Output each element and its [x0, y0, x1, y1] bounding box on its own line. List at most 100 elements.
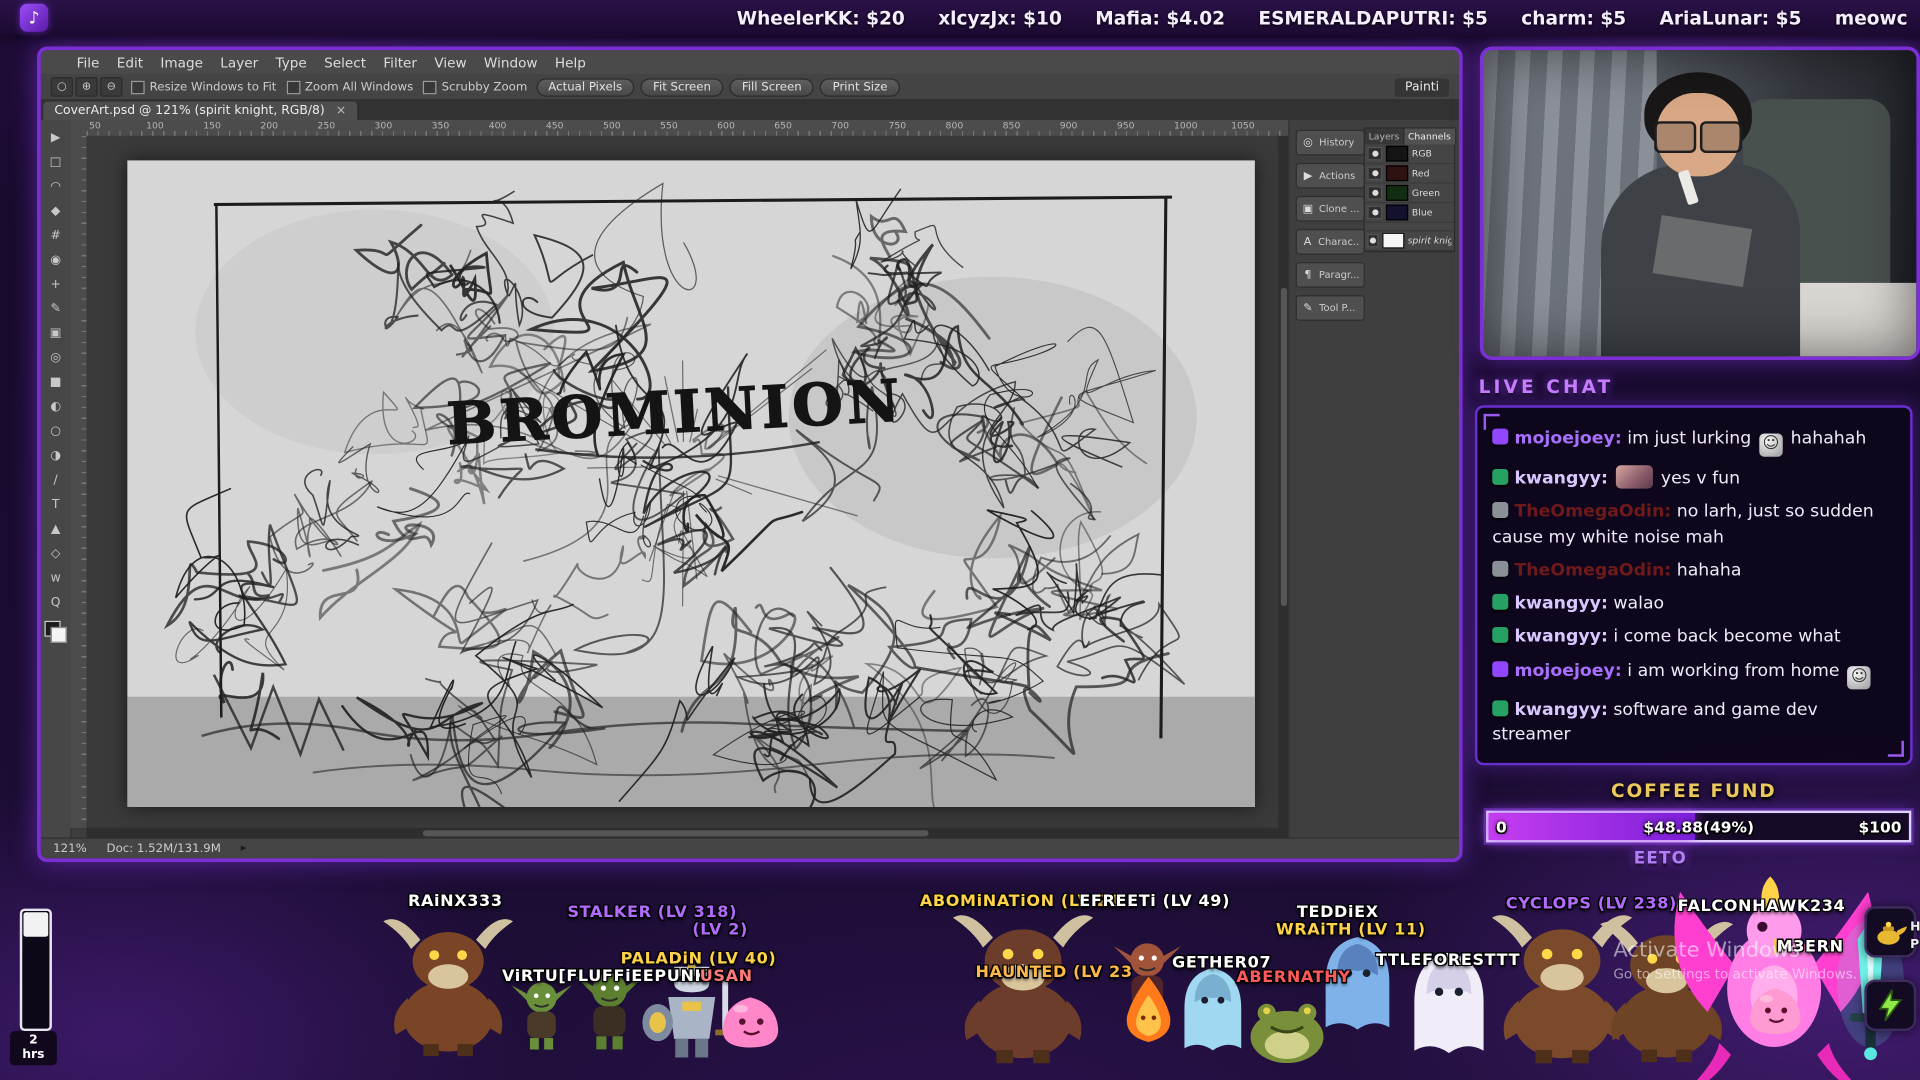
music-icon[interactable]: ♪ [20, 4, 48, 32]
channel-row-rgb[interactable]: RGB [1365, 144, 1454, 164]
menu-window[interactable]: Window [475, 54, 546, 70]
eraser-tool-icon[interactable]: ■ [41, 370, 71, 394]
canvas-area[interactable]: BROMINION [87, 136, 1290, 828]
move-tool-icon[interactable]: ▶ [41, 125, 71, 149]
zoom-in-icon[interactable]: ⊕ [75, 77, 97, 97]
type-tool-icon[interactable]: T [41, 492, 71, 516]
paragr-panel-icon: ¶ [1302, 269, 1314, 281]
panel-button-toolp[interactable]: ✎Tool P... [1296, 295, 1365, 321]
zoom2-tool-icon[interactable]: Q [41, 590, 71, 614]
brush-tool-icon[interactable]: ✎ [41, 296, 71, 320]
color-swatches[interactable] [45, 621, 67, 643]
channel-visibility-icon[interactable] [1367, 167, 1382, 180]
hud-bolt-slot[interactable] [1864, 980, 1916, 1031]
workspace-switcher[interactable]: Painti [1395, 78, 1449, 96]
cover-art-sketch: BROMINION [127, 160, 1255, 807]
clone-stamp-tool-icon[interactable]: ▣ [41, 321, 71, 345]
history-brush-tool-icon[interactable]: ◎ [41, 345, 71, 369]
channel-visibility-icon[interactable] [1367, 147, 1382, 160]
channel-row-blue[interactable]: Blue [1365, 203, 1454, 223]
channel-row-green[interactable]: Green [1365, 184, 1454, 204]
coffee-fund-title: COFFEE FUND [1475, 780, 1913, 802]
channel-list: RGBRed Green Blue [1365, 144, 1454, 222]
panel-button-clone[interactable]: ▣Clone ... [1296, 196, 1365, 222]
zoom-level[interactable]: 121% [53, 842, 87, 855]
menu-type[interactable]: Type [267, 54, 316, 70]
hand-tool-icon[interactable]: w [41, 566, 71, 590]
panel-button-paragr[interactable]: ¶Paragr... [1296, 262, 1365, 288]
menu-edit[interactable]: Edit [108, 54, 152, 70]
zoom-chip-group: ○⊕⊖ [51, 77, 123, 97]
blur-tool-icon[interactable]: ○ [41, 419, 71, 443]
dodge-tool-icon[interactable]: ◑ [41, 443, 71, 467]
menu-select[interactable]: Select [315, 54, 374, 70]
donor-entry: WheelerKK: $20 [737, 7, 905, 29]
chat-username: TheOmegaOdin: [1514, 561, 1671, 581]
channel-visibility-icon[interactable] [1367, 186, 1382, 199]
music-note-glyph: ♪ [28, 8, 39, 28]
layer-visibility-icon[interactable] [1367, 234, 1378, 247]
panel-button-actions[interactable]: ▶Actions [1296, 163, 1365, 189]
chat-username: TheOmegaOdin: [1514, 502, 1671, 522]
channel-name: Green [1412, 187, 1440, 198]
menu-help[interactable]: Help [546, 54, 594, 70]
artboard[interactable]: BROMINION [127, 160, 1255, 807]
hud-lamp-slot[interactable] [1864, 906, 1916, 957]
option-checkbox[interactable]: Scrubby Zoom [423, 80, 527, 93]
panel-tab-paths[interactable]: Paths [1456, 129, 1463, 145]
panel-tab-layers[interactable]: Layers [1365, 129, 1404, 145]
menu-view[interactable]: View [426, 54, 476, 70]
shape-tool-icon[interactable]: ◇ [41, 541, 71, 565]
pen-tool-icon[interactable]: / [41, 468, 71, 492]
checkbox-icon [423, 80, 437, 93]
eyedropper-tool-icon[interactable]: ◉ [41, 247, 71, 271]
healing-tool-icon[interactable]: + [41, 272, 71, 296]
live-chat-panel[interactable]: mojoejoey: im just lurking ☺ hahahah kwan… [1475, 405, 1913, 765]
document-size: Doc: 1.52M/131.9M [107, 842, 221, 855]
chat-message: kwangyy: yes v fun [1492, 465, 1895, 491]
option-button-print-size[interactable]: Print Size [820, 78, 900, 96]
option-checkbox[interactable]: Resize Windows to Fit [131, 80, 276, 93]
panel-button-charac[interactable]: ACharac... [1296, 229, 1365, 255]
channel-row-red[interactable]: Red [1365, 164, 1454, 184]
option-button-fill-screen[interactable]: Fill Screen [729, 78, 814, 96]
document-tab[interactable]: CoverArt.psd @ 121% (spirit knight, RGB/… [43, 102, 358, 120]
status-arrow-icon[interactable]: ▸ [241, 842, 247, 854]
channel-visibility-icon[interactable] [1367, 206, 1382, 219]
panel-tab-channels[interactable]: Channels [1404, 129, 1456, 145]
crop-tool-icon[interactable]: # [41, 223, 71, 247]
gradient-tool-icon[interactable]: ◐ [41, 394, 71, 418]
layer-thumbnail[interactable] [1382, 233, 1404, 249]
path-select-tool-icon[interactable]: ▲ [41, 517, 71, 541]
tab-close-icon[interactable]: × [336, 104, 346, 117]
marquee-tool-icon[interactable]: □ [41, 149, 71, 173]
photo-emote [1616, 465, 1653, 488]
menu-image[interactable]: Image [152, 54, 212, 70]
channel-thumbnail [1386, 185, 1408, 201]
menu-filter[interactable]: Filter [375, 54, 426, 70]
donor-bar: ♪ WheelerKK: $20xlcyzJx: $10Mafia: $4.02… [0, 0, 1920, 36]
zoom-out-icon[interactable]: ⊖ [100, 77, 122, 97]
zoom-tool-icon[interactable]: ○ [51, 77, 73, 97]
panel-button-history[interactable]: ◎History [1296, 130, 1365, 156]
quick-select-tool-icon[interactable]: ◆ [41, 198, 71, 222]
menu-file[interactable]: File [68, 54, 108, 70]
fund-current-label: $48.88(49%) [1489, 813, 1909, 840]
stream-timer-label: 2 hrs [10, 1031, 57, 1065]
panel-dock: ◎History ▶Actions ▣Clone ... ACharac... ¶Par… [1288, 120, 1459, 839]
panel-tabs: LayersChannelsPaths [1365, 129, 1454, 145]
chat-message: TheOmegaOdin: no larh, just so sudden ca… [1492, 500, 1895, 550]
chat-message: mojoejoey: im just lurking ☺ hahahah [1492, 426, 1895, 457]
layer-name[interactable]: spirit knight ... [1408, 235, 1452, 246]
sprite-goblin-2 [575, 973, 644, 1049]
toolp-panel-icon: ✎ [1302, 302, 1314, 314]
option-button-actual-pixels[interactable]: Actual Pixels [536, 78, 635, 96]
menu-layer[interactable]: Layer [212, 54, 267, 70]
lasso-tool-icon[interactable]: ◠ [41, 174, 71, 198]
option-button-fit-screen[interactable]: Fit Screen [641, 78, 724, 96]
chat-badge-icon [1492, 628, 1508, 644]
checkbox-icon [131, 80, 145, 93]
layer-row[interactable]: spirit knight ... [1365, 230, 1454, 251]
background-color-swatch[interactable] [51, 627, 67, 643]
option-checkbox[interactable]: Zoom All Windows [286, 80, 413, 93]
